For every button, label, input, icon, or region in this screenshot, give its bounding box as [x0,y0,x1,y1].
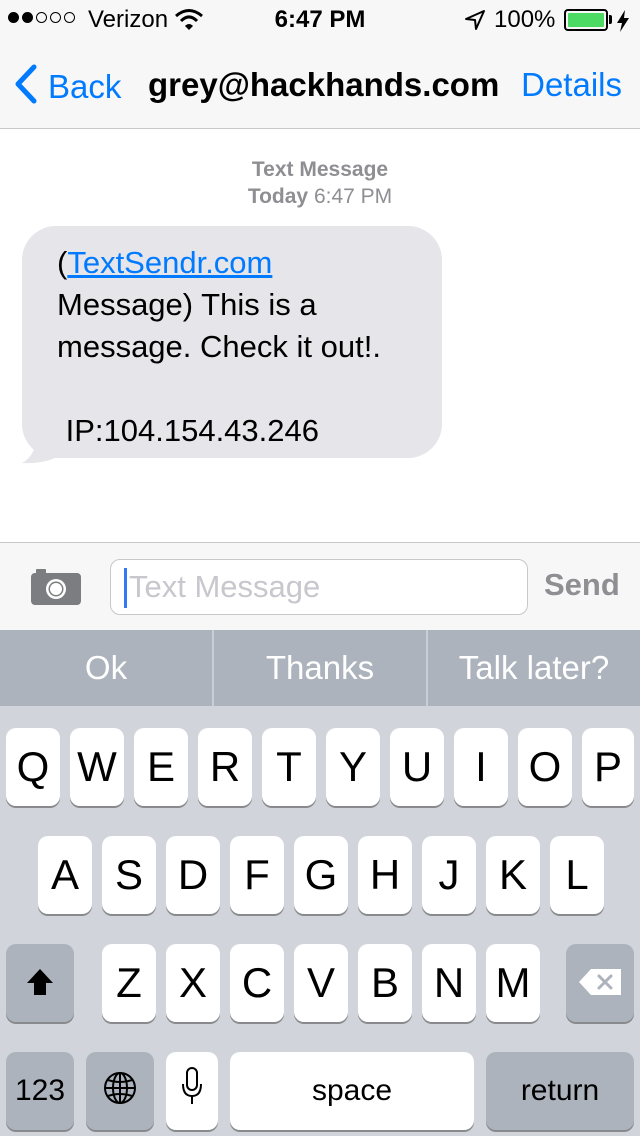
suggestion-ok[interactable]: Ok [0,630,212,706]
key-y[interactable]: Y [326,728,380,806]
key-h[interactable]: H [358,836,412,914]
key-i[interactable]: I [454,728,508,806]
suggestion-thanks[interactable]: Thanks [212,630,426,706]
key-n[interactable]: N [422,944,476,1022]
keyboard: Q W E R T Y U I O P A S D F G H J K L Z … [0,706,640,1136]
dictation-key[interactable] [166,1052,218,1130]
key-e[interactable]: E [134,728,188,806]
key-d[interactable]: D [166,836,220,914]
shift-arrow-icon [25,959,55,1007]
details-button[interactable]: Details [521,66,622,104]
key-q[interactable]: Q [6,728,60,806]
key-u[interactable]: U [390,728,444,806]
return-key[interactable]: return [486,1052,634,1130]
key-j[interactable]: J [422,836,476,914]
delete-key[interactable] [566,944,634,1022]
microphone-icon [181,1066,203,1116]
key-a[interactable]: A [38,836,92,914]
key-t[interactable]: T [262,728,316,806]
back-label: Back [48,67,122,105]
key-r[interactable]: R [198,728,252,806]
suggestion-talk-later[interactable]: Talk later? [426,630,640,706]
back-button[interactable]: Back [14,64,121,109]
battery-percent: 100% [494,6,556,33]
message-link[interactable]: TextSendr.com [67,245,272,280]
navigation-bar: Back grey@hackhands.com Details [0,40,640,129]
backspace-icon [577,959,623,1007]
send-button[interactable]: Send [544,567,620,603]
battery-icon [564,9,608,31]
message-timestamp-header: Text Message Today 6:47 PM [0,156,640,210]
key-k[interactable]: K [486,836,540,914]
message-line: (TextSendr.com [57,242,422,284]
key-x[interactable]: X [166,944,220,1022]
message-line: message. Check it out!. [57,329,381,364]
shift-key[interactable] [6,944,74,1022]
key-b[interactable]: B [358,944,412,1022]
key-w[interactable]: W [70,728,124,806]
message-bubble[interactable]: (TextSendr.com Message) This is a messag… [22,226,442,458]
key-p[interactable]: P [582,728,634,806]
key-g[interactable]: G [294,836,348,914]
key-s[interactable]: S [102,836,156,914]
chevron-left-icon [14,64,38,109]
key-z[interactable]: Z [102,944,156,1022]
message-input-field[interactable] [110,559,528,615]
space-key[interactable]: space [230,1052,474,1130]
key-f[interactable]: F [230,836,284,914]
message-line: Message) This is a [57,287,317,322]
incoming-message: (TextSendr.com Message) This is a messag… [22,226,442,464]
battery-cap [609,15,612,24]
message-input[interactable] [111,560,527,614]
battery-level-fill [568,13,604,27]
message-ip-line: IP:104.154.43.246 [57,413,320,448]
message-paren: ( [57,245,68,280]
conversation-title: grey@hackhands.com [148,66,500,103]
message-time: 6:47 PM [313,185,393,208]
numbers-key[interactable]: 123 [6,1052,74,1130]
message-date: Today 6:47 PM [0,183,640,210]
key-o[interactable]: O [518,728,572,806]
predictive-text-bar: Ok Thanks Talk later? [0,630,640,706]
key-m[interactable]: M [486,944,540,1022]
camera-icon[interactable] [30,565,82,612]
message-day: Today [247,185,309,208]
key-l[interactable]: L [550,836,604,914]
status-bar: Verizon 6:47 PM 100% [0,0,640,40]
key-c[interactable]: C [230,944,284,1022]
globe-icon [103,1067,137,1115]
message-composer: Send [0,542,640,631]
globe-key[interactable] [86,1052,154,1130]
key-v[interactable]: V [294,944,348,1022]
message-type-label: Text Message [251,158,389,181]
message-line [57,368,422,410]
location-arrow-icon [464,9,486,36]
lightning-bolt-icon [616,10,630,37]
